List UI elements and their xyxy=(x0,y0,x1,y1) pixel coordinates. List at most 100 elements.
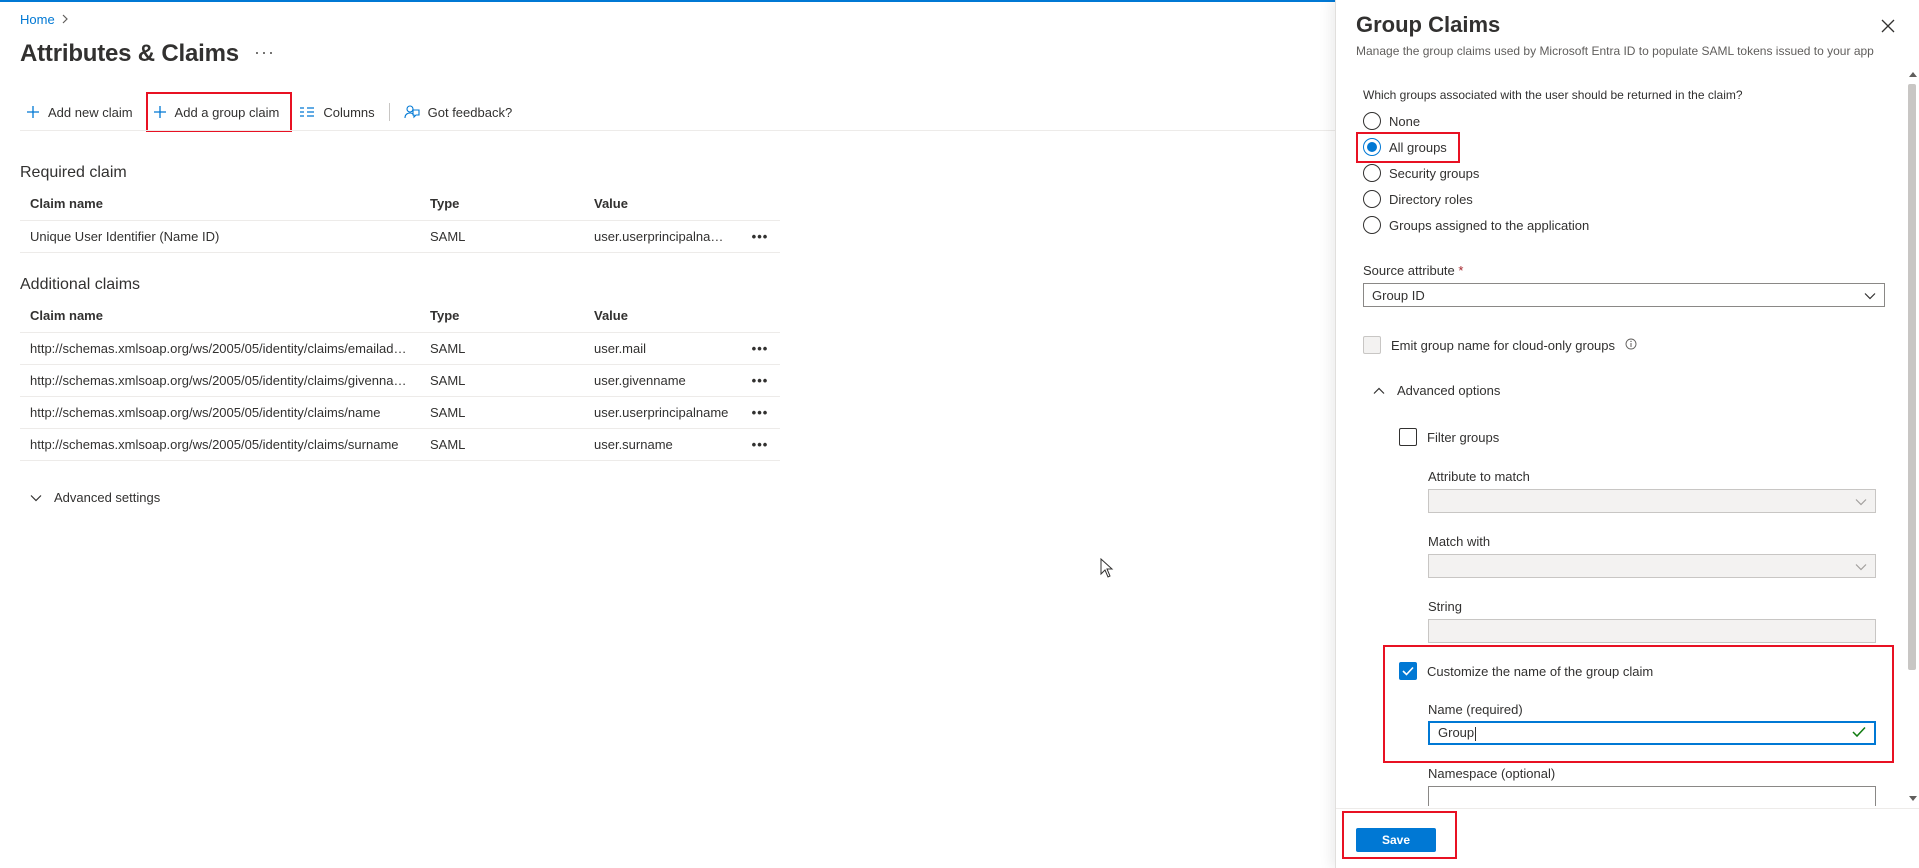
close-icon[interactable] xyxy=(1878,16,1898,36)
chevron-down-icon xyxy=(1855,494,1867,509)
radio-label: Security groups xyxy=(1389,165,1480,181)
emit-group-name-checkbox[interactable]: Emit group name for cloud-only groups xyxy=(1363,336,1637,354)
table-header-row: Claim name Type Value xyxy=(20,300,780,333)
feedback-button[interactable]: Got feedback? xyxy=(394,96,523,128)
advanced-options-toggle[interactable]: Advanced options xyxy=(1373,383,1500,398)
customize-name-checkbox[interactable]: Customize the name of the group claim xyxy=(1399,662,1653,680)
filter-groups-label: Filter groups xyxy=(1427,429,1500,445)
source-attribute-label: Source attribute * xyxy=(1363,263,1463,278)
more-options-icon[interactable]: ··· xyxy=(254,42,275,63)
row-more-icon[interactable]: ••• xyxy=(740,220,780,253)
add-new-claim-label: Add new claim xyxy=(48,104,133,120)
radio-directory-roles[interactable]: Directory roles xyxy=(1363,190,1473,208)
add-group-claim-label: Add a group claim xyxy=(174,104,280,120)
command-bar: Add new claim Add a group claim Columns … xyxy=(20,96,522,128)
radio-button[interactable] xyxy=(1363,216,1381,234)
radio-groups-assigned[interactable]: Groups assigned to the application xyxy=(1363,216,1589,234)
source-attribute-dropdown[interactable]: Group ID xyxy=(1363,283,1885,307)
radio-label: None xyxy=(1389,113,1421,129)
radio-label: Groups assigned to the application xyxy=(1389,217,1590,233)
table-row[interactable]: http://schemas.xmlsoap.org/ws/2005/05/id… xyxy=(20,332,780,365)
claim-name-cell: Unique User Identifier (Name ID) xyxy=(20,220,420,253)
chevron-up-icon xyxy=(1373,383,1385,398)
claim-value-cell: user.userprincipalname [... xyxy=(584,220,740,253)
claim-name-cell: http://schemas.xmlsoap.org/ws/2005/05/id… xyxy=(20,332,420,365)
chevron-down-icon xyxy=(1864,288,1876,303)
chevron-down-icon xyxy=(1855,559,1867,574)
add-new-claim-button[interactable]: Add new claim xyxy=(20,96,143,128)
additional-claims-heading: Additional claims xyxy=(20,276,141,293)
radio-button[interactable] xyxy=(1363,164,1381,182)
column-header-value: Value xyxy=(584,188,740,221)
emit-group-name-label: Emit group name for cloud-only groups xyxy=(1391,337,1616,353)
breadcrumb: Home xyxy=(20,12,69,27)
scroll-up-arrow-icon[interactable] xyxy=(1909,72,1917,77)
string-label: String xyxy=(1428,599,1462,614)
radio-security-groups[interactable]: Security groups xyxy=(1363,164,1479,182)
radio-button[interactable] xyxy=(1363,190,1381,208)
checkbox-checked[interactable] xyxy=(1399,662,1417,680)
claim-type-cell: SAML xyxy=(420,364,584,397)
info-icon[interactable] xyxy=(1625,338,1637,353)
namespace-input[interactable] xyxy=(1428,786,1876,806)
breadcrumb-home-link[interactable]: Home xyxy=(20,12,55,27)
table-row[interactable]: http://schemas.xmlsoap.org/ws/2005/05/id… xyxy=(20,428,780,461)
attribute-to-match-dropdown[interactable] xyxy=(1428,489,1876,513)
required-asterisk: * xyxy=(1458,263,1464,278)
column-header-actions xyxy=(740,300,780,333)
group-claim-name-value: Group xyxy=(1438,725,1477,741)
table-row[interactable]: http://schemas.xmlsoap.org/ws/2005/05/id… xyxy=(20,396,780,429)
scroll-down-arrow-icon[interactable] xyxy=(1909,796,1917,801)
columns-icon xyxy=(299,106,315,118)
plus-icon xyxy=(26,105,40,119)
radio-all-groups[interactable]: All groups xyxy=(1363,138,1447,156)
claim-type-cell: SAML xyxy=(420,332,584,365)
columns-button[interactable]: Columns xyxy=(289,96,384,128)
row-more-icon[interactable]: ••• xyxy=(740,332,780,365)
checkbox[interactable] xyxy=(1363,336,1381,354)
panel-footer-divider xyxy=(1336,808,1919,809)
radio-button-selected[interactable] xyxy=(1363,138,1381,156)
column-header-actions xyxy=(740,188,780,221)
row-more-icon[interactable]: ••• xyxy=(740,364,780,397)
table-row[interactable]: http://schemas.xmlsoap.org/ws/2005/05/id… xyxy=(20,364,780,397)
table-row[interactable]: Unique User Identifier (Name ID) SAML us… xyxy=(20,220,780,253)
chevron-right-icon xyxy=(61,13,69,27)
advanced-settings-label: Advanced settings xyxy=(54,490,161,505)
match-with-dropdown[interactable] xyxy=(1428,554,1876,578)
scrollbar-thumb[interactable] xyxy=(1908,84,1916,670)
group-claim-name-input[interactable]: Group xyxy=(1428,721,1876,745)
checkbox[interactable] xyxy=(1399,428,1417,446)
feedback-icon xyxy=(404,104,420,120)
add-group-claim-button[interactable]: Add a group claim xyxy=(143,96,290,128)
source-attribute-value: Group ID xyxy=(1372,287,1425,303)
claim-type-cell: SAML xyxy=(420,428,584,461)
mouse-pointer-icon xyxy=(1100,557,1114,581)
column-header-type: Type xyxy=(420,188,584,221)
advanced-settings-toggle[interactable]: Advanced settings xyxy=(30,490,160,505)
advanced-options-label: Advanced options xyxy=(1397,383,1501,398)
radio-button[interactable] xyxy=(1363,112,1381,130)
page-title: Attributes & Claims xyxy=(20,40,239,67)
groups-question-label: Which groups associated with the user sh… xyxy=(1363,88,1743,102)
claim-type-cell: SAML xyxy=(420,396,584,429)
required-claims-table: Claim name Type Value Unique User Identi… xyxy=(20,188,780,253)
additional-claims-table: Claim name Type Value http://schemas.xml… xyxy=(20,300,780,461)
attribute-to-match-label: Attribute to match xyxy=(1428,469,1530,484)
filter-groups-checkbox[interactable]: Filter groups xyxy=(1399,428,1499,446)
row-more-icon[interactable]: ••• xyxy=(740,396,780,429)
radio-none[interactable]: None xyxy=(1363,112,1420,130)
claim-name-cell: http://schemas.xmlsoap.org/ws/2005/05/id… xyxy=(20,428,420,461)
string-input[interactable] xyxy=(1428,619,1876,643)
required-claim-heading: Required claim xyxy=(20,164,127,181)
claim-value-cell: user.mail xyxy=(584,332,740,365)
row-more-icon[interactable]: ••• xyxy=(740,428,780,461)
source-attribute-label-text: Source attribute xyxy=(1363,263,1455,278)
save-button[interactable]: Save xyxy=(1356,828,1436,852)
checkmark-icon xyxy=(1852,726,1866,741)
group-claims-panel: Group Claims Manage the group claims use… xyxy=(1335,0,1919,868)
claim-name-cell: http://schemas.xmlsoap.org/ws/2005/05/id… xyxy=(20,364,420,397)
column-header-claim-name: Claim name xyxy=(20,300,420,333)
match-with-label: Match with xyxy=(1428,534,1491,549)
columns-label: Columns xyxy=(323,104,375,120)
